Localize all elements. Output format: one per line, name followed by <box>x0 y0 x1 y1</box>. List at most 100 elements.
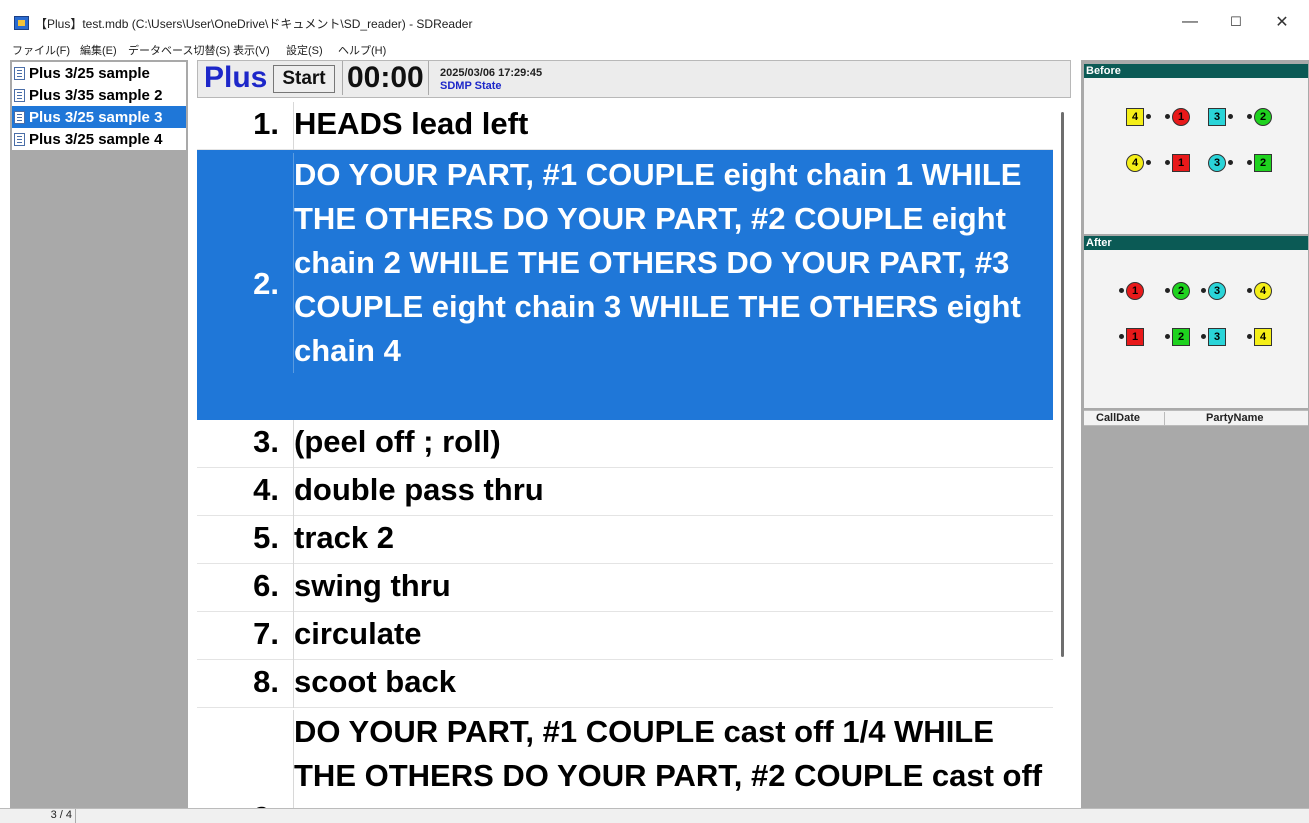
session-item[interactable]: Plus 3/25 sample 4 <box>12 128 186 150</box>
session-label: Plus 3/25 sample <box>29 64 150 82</box>
status-row: Plus Start 00:00 2025/03/06 17:29:45 SDM… <box>197 60 1071 98</box>
document-icon <box>14 110 25 124</box>
call-list-scrollbar[interactable] <box>1055 102 1071 808</box>
call-row[interactable]: 6. swing thru <box>197 564 1053 612</box>
after-header: After <box>1084 236 1308 250</box>
dancer-facing-marker <box>1146 160 1151 165</box>
menu-file[interactable]: ファイル(F) <box>12 42 70 58</box>
dancer-facing-marker <box>1247 288 1252 293</box>
dancer-4-square: 4 <box>1126 108 1144 126</box>
dancer-3-square: 3 <box>1208 108 1226 126</box>
dancer-facing-marker <box>1165 160 1170 165</box>
dancer-1-circle: 1 <box>1172 108 1190 126</box>
document-icon <box>14 132 25 146</box>
column-partyname[interactable]: PartyName <box>1206 412 1263 424</box>
call-text: double pass thru <box>293 468 1051 516</box>
level-label: Plus <box>204 61 268 94</box>
maximize-button[interactable]: ☐ <box>1213 8 1259 36</box>
column-calldate[interactable]: CallDate <box>1096 412 1140 424</box>
dancer-2-square: 2 <box>1172 328 1190 346</box>
dancer-facing-marker <box>1201 334 1206 339</box>
call-row[interactable]: 1. HEADS lead left <box>197 102 1053 150</box>
dancer-3-square: 3 <box>1208 328 1226 346</box>
call-number: 5. <box>253 520 279 555</box>
app-icon <box>14 16 29 30</box>
document-icon <box>14 66 25 80</box>
title-bar: 【Plus】test.mdb (C:\Users\User\OneDrive\ド… <box>0 0 1309 40</box>
status-bar: 3 / 4 <box>0 808 1309 823</box>
call-text: (peel off ; roll) <box>293 420 1051 468</box>
formation-panel: Before 41324132 After 12341234 CallDate … <box>1081 60 1309 808</box>
session-item[interactable]: Plus 3/25 sample <box>12 62 186 84</box>
menu-database-switch[interactable]: データベース切替(S) <box>128 42 230 58</box>
dancer-facing-marker <box>1247 114 1252 119</box>
dancer-3-circle: 3 <box>1208 282 1226 300</box>
dancer-facing-marker <box>1201 288 1206 293</box>
dancer-facing-marker <box>1228 160 1233 165</box>
after-pane: After 12341234 <box>1084 236 1308 408</box>
document-icon <box>14 88 25 102</box>
call-text: swing thru <box>293 564 1051 612</box>
dancer-facing-marker <box>1146 114 1151 119</box>
scroll-thumb[interactable] <box>1061 112 1064 657</box>
dancer-facing-marker <box>1247 160 1252 165</box>
before-pane: Before 41324132 <box>1084 64 1308 234</box>
call-row[interactable]: 5. track 2 <box>197 516 1053 564</box>
dancer-2-square: 2 <box>1254 154 1272 172</box>
page-indicator: 3 / 4 <box>10 809 76 823</box>
start-button[interactable]: Start <box>273 65 335 93</box>
dancer-facing-marker <box>1119 288 1124 293</box>
menu-help[interactable]: ヘルプ(H) <box>338 42 386 58</box>
minimize-button[interactable]: — <box>1167 8 1213 36</box>
dancer-facing-marker <box>1165 334 1170 339</box>
call-number: 9. <box>197 800 279 808</box>
dancer-facing-marker <box>1228 114 1233 119</box>
sdmp-state-label: SDMP State <box>440 80 502 92</box>
datetime-label: 2025/03/06 17:29:45 <box>440 67 543 79</box>
before-header: Before <box>1084 64 1308 78</box>
dancer-4-square: 4 <box>1254 328 1272 346</box>
dancer-facing-marker <box>1119 334 1124 339</box>
session-label: Plus 3/25 sample 4 <box>29 130 163 148</box>
session-label: Plus 3/25 sample 3 <box>29 108 163 126</box>
dancer-2-circle: 2 <box>1172 282 1190 300</box>
dancer-2-circle: 2 <box>1254 108 1272 126</box>
session-item-selected[interactable]: Plus 3/25 sample 3 <box>12 106 186 128</box>
call-text: HEADS lead left <box>293 102 1051 150</box>
close-button[interactable]: ✕ <box>1259 8 1305 36</box>
dancer-1-circle: 1 <box>1126 282 1144 300</box>
call-text: DO YOUR PART, #1 COUPLE eight chain 1 WH… <box>293 153 1051 373</box>
dancer-1-square: 1 <box>1172 154 1190 172</box>
call-row[interactable]: 9. DO YOUR PART, #1 COUPLE cast off 1/4 … <box>197 708 1053 808</box>
call-number: 7. <box>253 616 279 651</box>
menu-view[interactable]: 表示(V) <box>233 42 270 58</box>
call-row[interactable]: 3. (peel off ; roll) <box>197 420 1053 468</box>
dancer-facing-marker <box>1165 114 1170 119</box>
call-row-selected[interactable]: 2. DO YOUR PART, #1 COUPLE eight chain 1… <box>197 150 1053 420</box>
call-number: 2. <box>253 266 279 301</box>
call-text: track 2 <box>293 516 1051 564</box>
call-number: 1. <box>253 106 279 141</box>
menu-edit[interactable]: 編集(E) <box>80 42 117 58</box>
window-title: 【Plus】test.mdb (C:\Users\User\OneDrive\ド… <box>35 17 473 31</box>
call-number: 8. <box>253 664 279 699</box>
call-number: 3. <box>253 424 279 459</box>
session-label: Plus 3/35 sample 2 <box>29 86 163 104</box>
call-row[interactable]: 7. circulate <box>197 612 1053 660</box>
menu-settings[interactable]: 設定(S) <box>286 42 323 58</box>
dancer-3-circle: 3 <box>1208 154 1226 172</box>
dancer-facing-marker <box>1165 288 1170 293</box>
call-number: 6. <box>253 568 279 603</box>
menu-bar: ファイル(F) 編集(E) データベース切替(S) 表示(V) 設定(S) ヘル… <box>0 40 1309 60</box>
call-text: DO YOUR PART, #1 COUPLE cast off 1/4 WHI… <box>293 710 1051 808</box>
call-text: scoot back <box>293 660 1051 708</box>
call-row[interactable]: 4. double pass thru <box>197 468 1053 516</box>
session-list: Plus 3/25 sample Plus 3/35 sample 2 Plus… <box>10 60 188 808</box>
session-item[interactable]: Plus 3/35 sample 2 <box>12 84 186 106</box>
dancer-1-square: 1 <box>1126 328 1144 346</box>
dancer-4-circle: 4 <box>1254 282 1272 300</box>
call-row[interactable]: 8. scoot back <box>197 660 1053 708</box>
call-text: circulate <box>293 612 1051 660</box>
timer-display: 00:00 <box>342 61 429 95</box>
call-list: 1. HEADS lead left 2. DO YOUR PART, #1 C… <box>197 102 1071 808</box>
